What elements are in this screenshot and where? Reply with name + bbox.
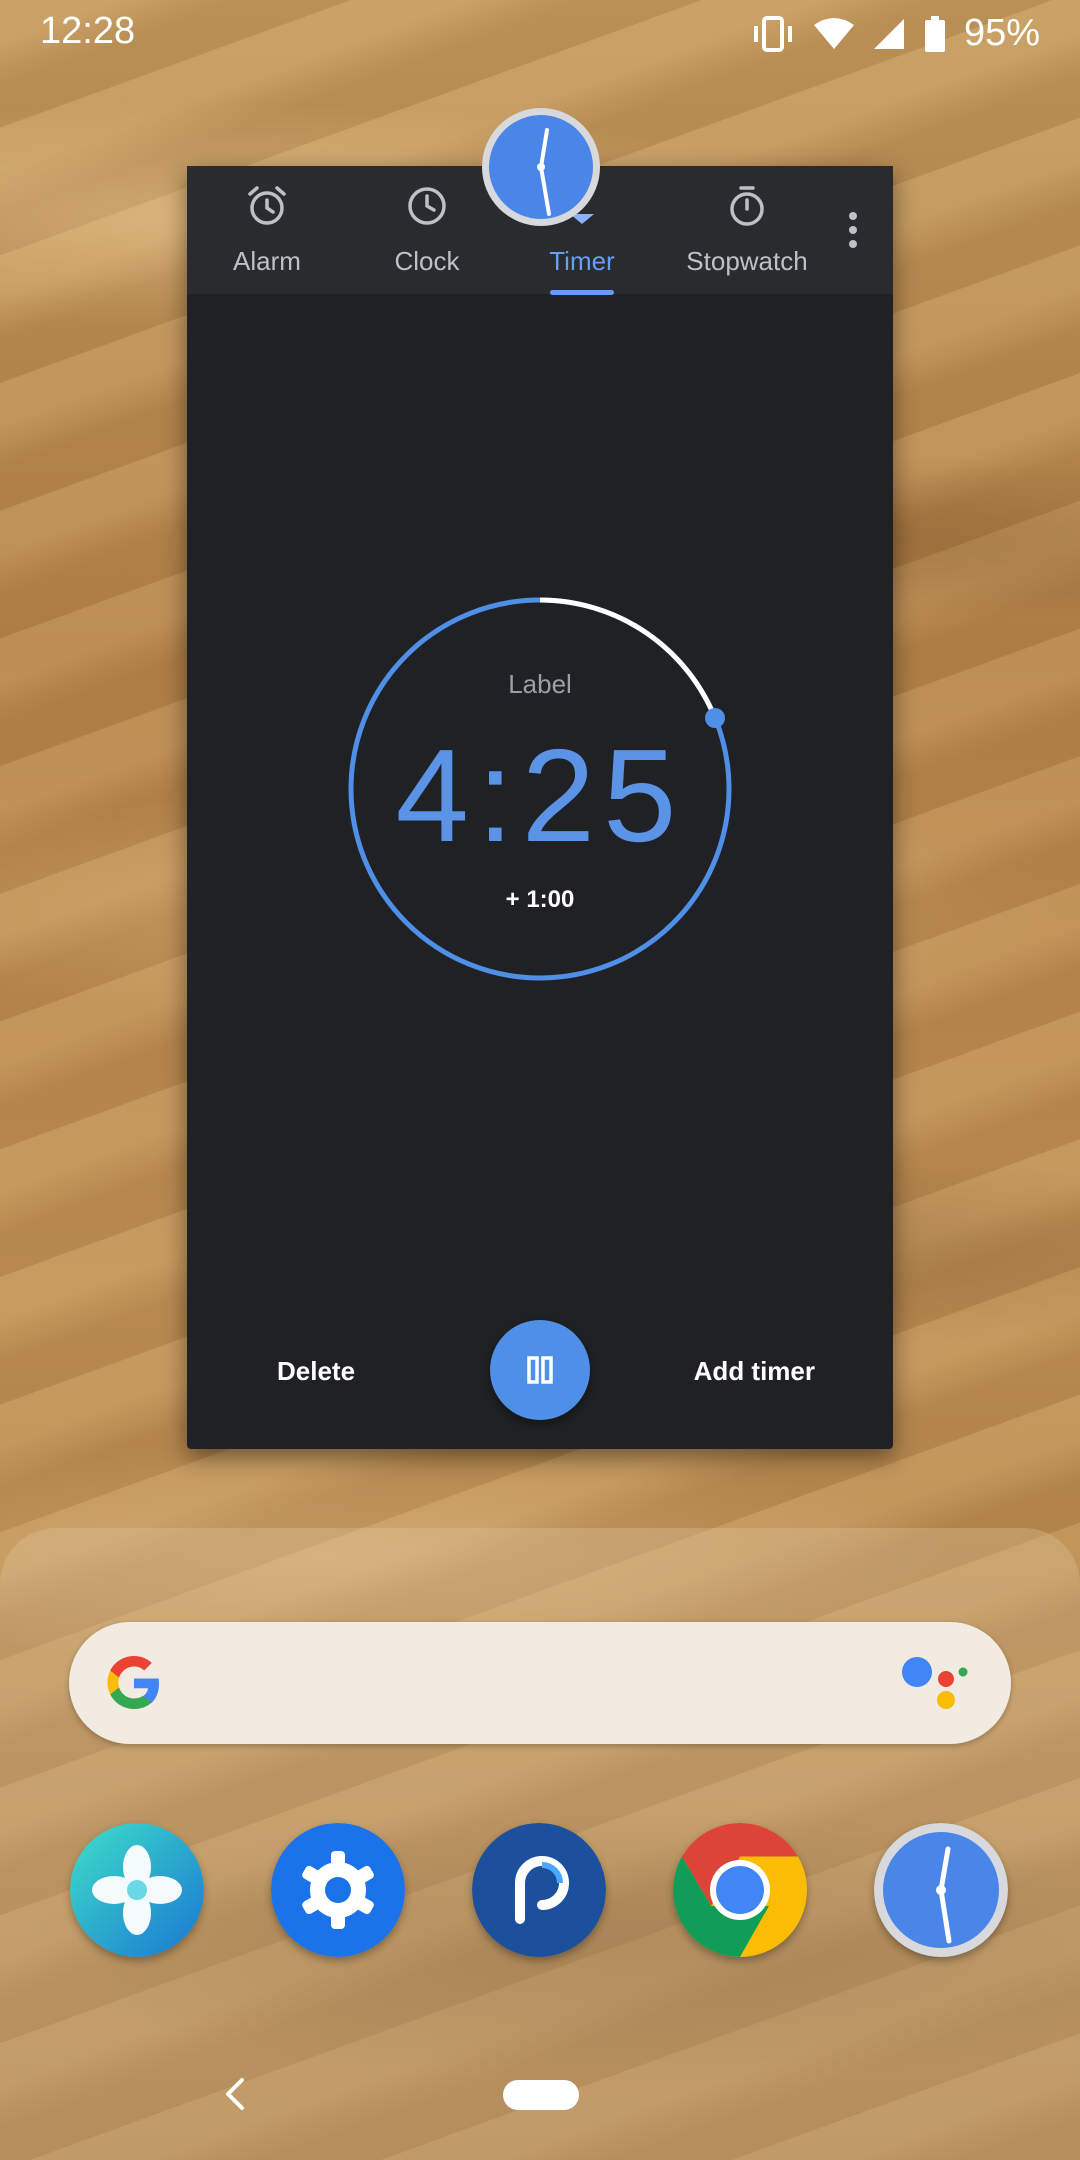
chrome-app-icon[interactable] — [673, 1823, 807, 1957]
status-bar: 12:28 95% — [0, 0, 1080, 66]
timer-label[interactable]: Label — [187, 669, 893, 700]
delete-button[interactable]: Delete — [277, 1356, 355, 1387]
tab-alarm[interactable]: Alarm — [187, 166, 347, 294]
tab-stopwatch-label: Stopwatch — [686, 246, 808, 276]
tab-alarm-label: Alarm — [233, 246, 301, 276]
assistant-icon[interactable] — [901, 1652, 971, 1716]
google-search-bar[interactable] — [69, 1622, 1011, 1744]
clock-icon — [408, 187, 446, 225]
settings-app-icon[interactable] — [271, 1823, 405, 1957]
tab-stopwatch[interactable]: Stopwatch — [657, 166, 837, 294]
tab-timer-label: Timer — [549, 246, 615, 276]
stopwatch-icon — [730, 186, 764, 226]
battery-percent: 95% — [963, 12, 1040, 54]
picsart-app-icon[interactable] — [472, 1823, 606, 1957]
vibrate-icon — [753, 15, 792, 52]
home-pill[interactable] — [503, 2080, 579, 2110]
timer-remaining: 4:25 — [395, 722, 685, 869]
wifi-icon — [813, 17, 854, 49]
tab-clock-label: Clock — [394, 246, 460, 276]
pause-button[interactable] — [490, 1320, 590, 1420]
alarm-icon — [248, 186, 286, 225]
clock-app-window[interactable]: Alarm Clock Timer Stopwatch Label 4:25 +… — [187, 166, 893, 1449]
add-timer-button[interactable]: Add timer — [694, 1356, 815, 1387]
overflow-menu-icon[interactable] — [841, 200, 865, 260]
pause-icon — [527, 1356, 553, 1384]
active-tab-indicator — [550, 290, 614, 295]
clock-app-badge-icon — [482, 108, 600, 226]
signal-icon — [873, 18, 904, 49]
pinwheel-app-icon[interactable] — [70, 1823, 204, 1957]
google-g-icon — [107, 1656, 159, 1709]
battery-icon — [924, 15, 945, 52]
clock-app-icon[interactable] — [874, 1823, 1008, 1957]
back-icon[interactable] — [220, 2076, 250, 2112]
status-time: 12:28 — [40, 10, 136, 52]
add-one-minute-button[interactable]: + 1:00 — [187, 886, 893, 914]
status-icons: 95% — [750, 12, 1040, 55]
